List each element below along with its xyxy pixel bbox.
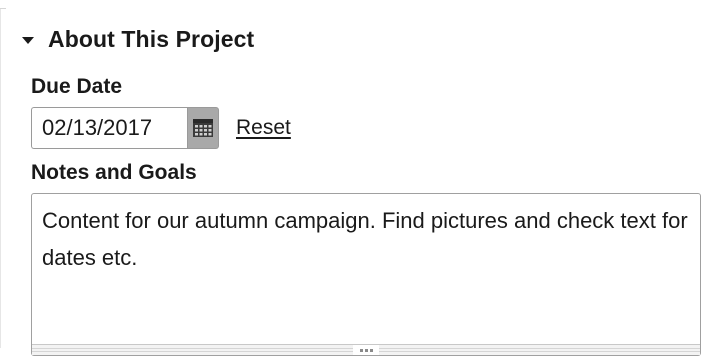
grip-icon (353, 345, 379, 355)
section-title: About This Project (48, 25, 255, 52)
due-date-label: Due Date (31, 75, 123, 98)
calendar-button[interactable] (187, 107, 219, 149)
textarea-resize-handle[interactable] (32, 344, 700, 355)
notes-field: Content for our autumn campaign. Find pi… (31, 193, 701, 356)
caret-down-icon (22, 36, 34, 44)
notes-textarea[interactable]: Content for our autumn campaign. Find pi… (32, 194, 700, 344)
project-details-panel: About This Project Due Date 02/13/2017 R… (0, 0, 714, 356)
calendar-icon (193, 119, 213, 137)
section-toggle-about-project[interactable]: About This Project (22, 22, 254, 56)
notes-label: Notes and Goals (31, 161, 197, 184)
panel-corner-mark (0, 8, 6, 9)
due-date-row: Reset (31, 107, 291, 149)
panel-left-border (0, 8, 1, 348)
due-date-input[interactable] (31, 107, 187, 149)
reset-date-link[interactable]: Reset (236, 116, 291, 140)
